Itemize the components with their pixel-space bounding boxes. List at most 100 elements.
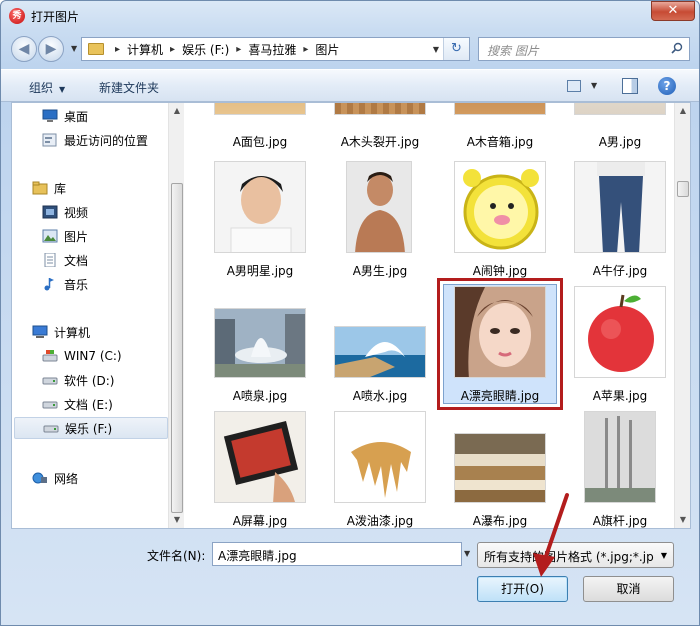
chevron-right-icon[interactable]: ▸	[115, 44, 120, 55]
breadcrumb-drive-f[interactable]: 娱乐 (F:)	[182, 41, 229, 58]
scrollbar-thumb[interactable]	[171, 183, 183, 513]
nav-label: 库	[54, 181, 67, 196]
scroll-up-icon[interactable]: ▲	[169, 103, 185, 119]
file-item-selected[interactable]: A漂亮眼睛.jpg	[444, 286, 556, 406]
scroll-up-icon[interactable]: ▲	[675, 103, 691, 119]
file-item[interactable]: A喷水.jpg	[324, 286, 436, 406]
nav-label: 音乐	[64, 277, 89, 292]
address-dropdown-icon[interactable]: ▼	[433, 45, 439, 54]
file-thumbnail	[214, 308, 306, 378]
file-name: A男生.jpg	[352, 264, 408, 278]
computer-icon	[32, 325, 48, 338]
recent-pages-dropdown-icon[interactable]: ▼	[71, 44, 77, 53]
file-name: A漂亮眼睛.jpg	[460, 389, 540, 403]
file-thumbnail	[584, 411, 656, 503]
nav-label: 计算机	[54, 325, 91, 340]
command-bar: 组织 ▼ 新建文件夹 ▼ ?	[1, 69, 699, 102]
recent-places-icon	[42, 133, 57, 147]
file-item[interactable]: A闹钟.jpg	[444, 161, 556, 281]
file-item[interactable]: A男明星.jpg	[204, 161, 316, 281]
nav-item-drive-f[interactable]: 娱乐 (F:)	[14, 417, 168, 439]
nav-item-documents[interactable]: 文档	[12, 249, 168, 271]
scroll-down-icon[interactable]: ▼	[169, 512, 185, 528]
address-bar[interactable]: ▸ 计算机 ▸ 娱乐 (F:) ▸ 喜马拉雅 ▸ 图片 ▼ ↻	[81, 37, 470, 61]
file-thumbnail	[214, 103, 306, 115]
breadcrumb-computer[interactable]: 计算机	[127, 41, 163, 58]
chevron-right-icon[interactable]: ▸	[303, 44, 308, 55]
search-icon[interactable]	[671, 42, 683, 54]
file-name: A泼油漆.jpg	[346, 514, 414, 528]
drive-icon	[42, 377, 58, 385]
chevron-down-icon: ▼	[660, 551, 667, 560]
breadcrumb-pictures[interactable]: 图片	[315, 41, 339, 58]
file-name: A闹钟.jpg	[472, 264, 528, 278]
open-button[interactable]: 打开(O)	[477, 576, 568, 602]
nav-item-pictures[interactable]: 图片	[12, 225, 168, 247]
chevron-right-icon[interactable]: ▸	[170, 44, 175, 55]
pane-splitter[interactable]	[184, 103, 192, 528]
file-thumbnail	[454, 433, 546, 503]
file-thumbnail	[334, 326, 426, 378]
file-thumbnail	[346, 161, 412, 253]
file-thumbnail	[574, 103, 666, 115]
file-item[interactable]: A苹果.jpg	[564, 286, 674, 406]
folder-icon	[88, 43, 104, 55]
preview-pane-icon[interactable]	[622, 78, 638, 94]
open-image-dialog: 秀 打开图片 ✕ ◀ ▶ ▼ ▸ 计算机 ▸ 娱乐 (F:) ▸ 喜马拉雅 ▸ …	[0, 0, 700, 626]
scroll-down-icon[interactable]: ▼	[675, 512, 691, 528]
nav-item-network[interactable]: 网络	[12, 467, 168, 489]
nav-label: 图片	[64, 229, 89, 244]
file-thumbnail	[334, 103, 426, 115]
history-nav: ◀ ▶	[11, 36, 69, 62]
chevron-right-icon[interactable]: ▸	[236, 44, 241, 55]
nav-item-music[interactable]: 音乐	[12, 273, 168, 295]
nav-item-drive-e[interactable]: 文档 (E:)	[12, 393, 168, 415]
new-folder-button[interactable]: 新建文件夹	[99, 79, 159, 96]
drive-windows-icon	[42, 350, 58, 362]
file-thumbnail	[454, 161, 546, 253]
nav-item-desktop[interactable]: 桌面	[12, 105, 168, 127]
nav-label: 文档	[64, 253, 89, 268]
filename-dropdown-icon[interactable]: ▼	[464, 542, 476, 566]
file-list-scrollbar[interactable]: ▲ ▼	[674, 103, 690, 528]
file-item[interactable]: A瀑布.jpg	[444, 411, 556, 528]
file-item[interactable]: A旗杆.jpg	[564, 411, 674, 528]
change-view-icon[interactable]	[567, 80, 581, 92]
file-name: A喷泉.jpg	[232, 389, 288, 403]
file-thumbnail	[454, 286, 546, 378]
organize-button[interactable]: 组织 ▼	[29, 79, 65, 96]
music-icon	[44, 278, 54, 291]
nav-label: 网络	[54, 471, 79, 486]
file-item[interactable]: A男生.jpg	[324, 161, 436, 281]
search-input[interactable]: 搜索 图片	[478, 37, 690, 61]
nav-item-recent-places[interactable]: 最近访问的位置	[12, 129, 168, 151]
navigation-scrollbar[interactable]: ▲ ▼	[168, 103, 184, 528]
forward-button[interactable]: ▶	[38, 36, 64, 62]
refresh-button[interactable]: ↻	[443, 38, 469, 60]
drive-icon	[43, 425, 59, 433]
file-item[interactable]: A泼油漆.jpg	[324, 411, 436, 528]
nav-item-drive-c[interactable]: WIN7 (C:)	[12, 345, 168, 367]
file-item[interactable]: A牛仔.jpg	[564, 161, 674, 281]
back-button[interactable]: ◀	[11, 36, 37, 62]
file-thumbnail	[214, 161, 306, 253]
organize-label: 组织	[29, 81, 54, 95]
file-name: A苹果.jpg	[592, 389, 648, 403]
help-icon[interactable]: ?	[658, 77, 676, 95]
file-thumbnail	[334, 411, 426, 503]
nav-item-drive-d[interactable]: 软件 (D:)	[12, 369, 168, 391]
filename-field[interactable]: A漂亮眼睛.jpg	[212, 542, 462, 566]
cancel-button[interactable]: 取消	[583, 576, 674, 602]
file-thumbnail	[214, 411, 306, 503]
nav-item-computer[interactable]: 计算机	[12, 321, 168, 343]
filetype-select[interactable]: 所有支持的图片格式 (*.jpg;*.jp ▼	[477, 542, 674, 568]
file-item[interactable]: A喷泉.jpg	[204, 286, 316, 406]
file-item[interactable]: A屏幕.jpg	[204, 411, 316, 528]
view-options-dropdown-icon[interactable]: ▼	[591, 81, 597, 90]
nav-item-videos[interactable]: 视频	[12, 201, 168, 223]
scrollbar-thumb[interactable]	[677, 181, 689, 197]
browser-content: 桌面 最近访问的位置 库 视频 图片 文档 音乐 计算机 WIN7 (C:) 软…	[11, 102, 691, 529]
close-button[interactable]: ✕	[651, 1, 695, 21]
nav-item-libraries[interactable]: 库	[12, 177, 168, 199]
breadcrumb-himalaya[interactable]: 喜马拉雅	[248, 41, 296, 58]
